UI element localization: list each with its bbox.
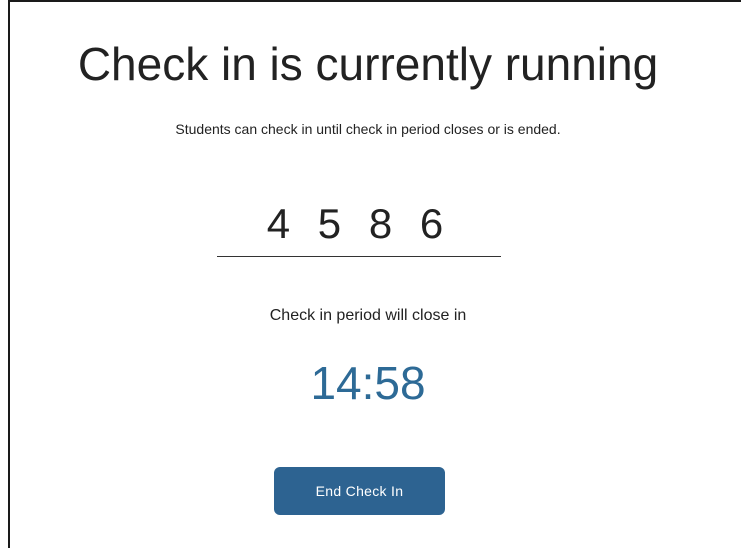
end-check-in-button[interactable]: End Check In [274, 467, 445, 515]
countdown-timer: 14:58 [310, 357, 426, 409]
checkin-panel: Check in is currently running Students c… [8, 0, 741, 548]
page-subtitle: Students can check in until check in per… [175, 121, 561, 137]
page-title: Check in is currently running [77, 38, 659, 90]
close-countdown-label: Check in period will close in [269, 307, 467, 324]
checkin-code: 4 5 8 6 [217, 198, 501, 257]
